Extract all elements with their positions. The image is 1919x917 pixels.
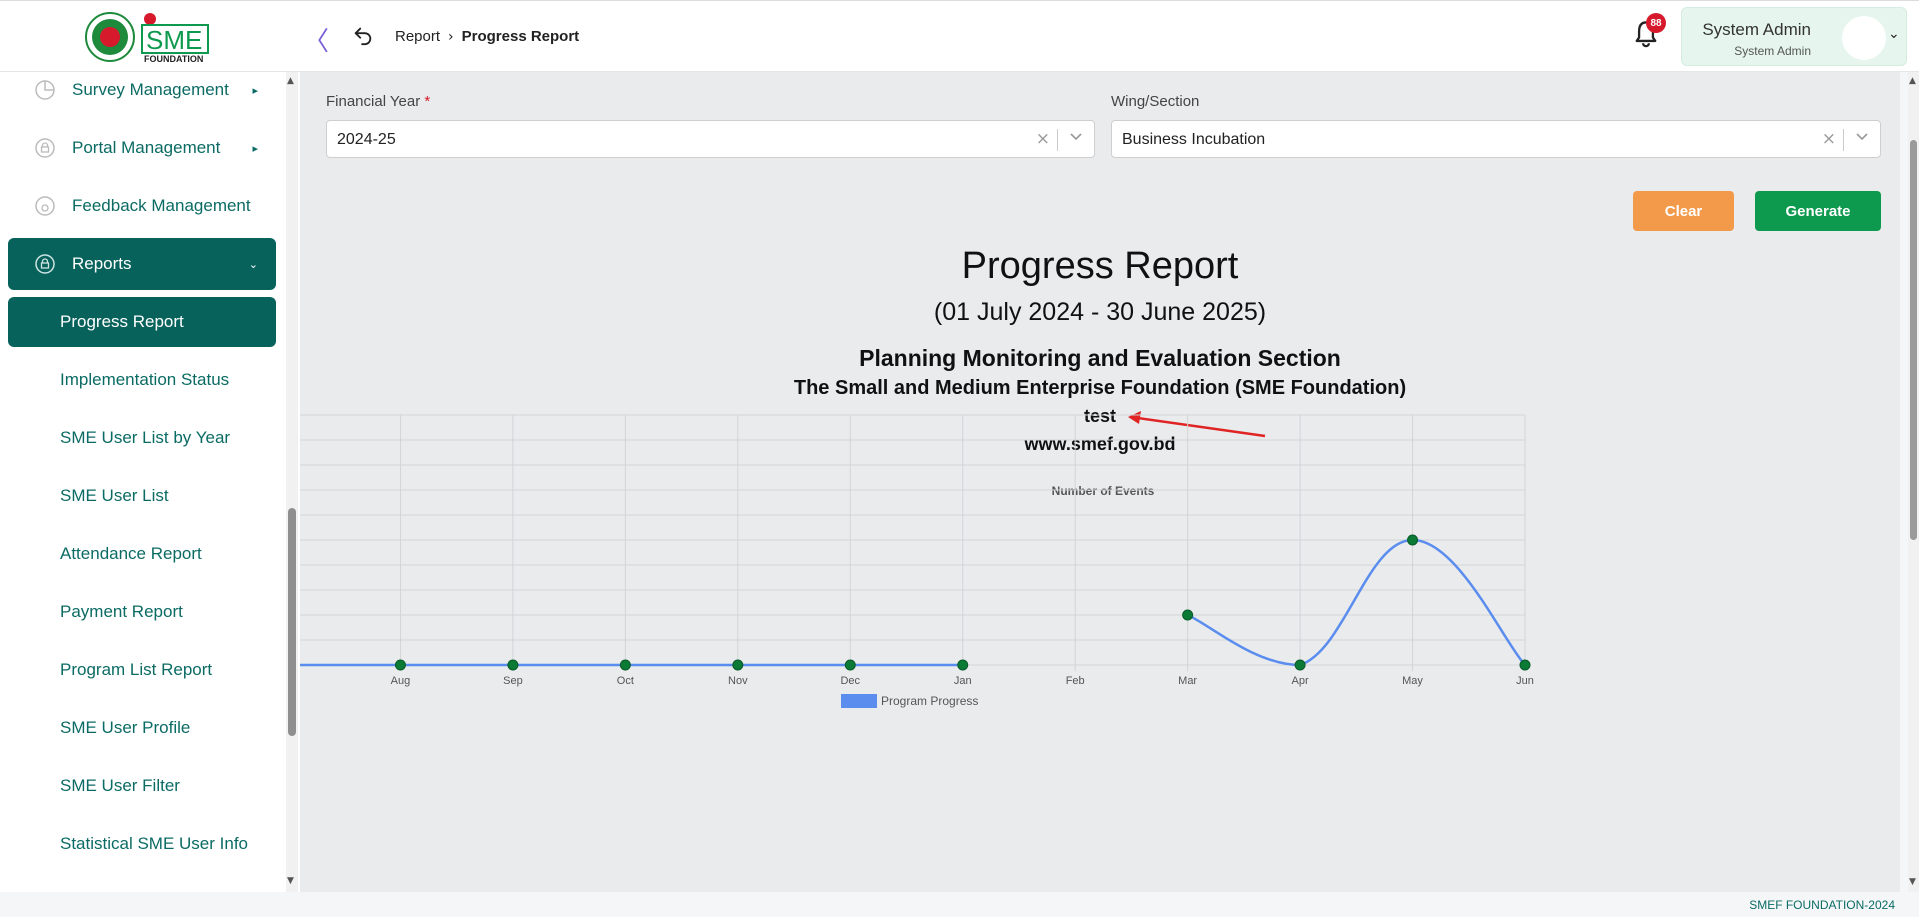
- sidebar-sub-sme-user-profile[interactable]: SME User Profile: [8, 703, 276, 753]
- scroll-up-icon[interactable]: ▲: [1909, 76, 1916, 86]
- x-tick-label: Dec: [840, 675, 860, 687]
- breadcrumb-parent[interactable]: Report: [395, 28, 440, 45]
- main-content: Financial Year * 2024-25 × Wing/Section …: [300, 72, 1908, 892]
- x-tick-label: Jun: [1516, 675, 1534, 687]
- scroll-up-icon[interactable]: ▲: [287, 76, 294, 86]
- x-tick-label: May: [1402, 675, 1423, 687]
- x-tick-label: Feb: [1066, 675, 1085, 687]
- footer-text: SMEF FOUNDATION-2024: [1749, 898, 1895, 912]
- progress-line-chart: Number of Events 012345678910JulAugSepOc…: [300, 411, 1534, 708]
- user-menu[interactable]: System Admin System Admin ⌄: [1681, 7, 1907, 66]
- report-card: Financial Year * 2024-25 × Wing/Section …: [300, 72, 1900, 892]
- sidebar-sub-statistical-sme-user-info[interactable]: Statistical SME User Info: [8, 819, 276, 869]
- scroll-down-icon[interactable]: ▼: [1909, 877, 1916, 887]
- data-point[interactable]: [1519, 659, 1531, 671]
- sme-foundation-logo[interactable]: SME FOUNDATION: [84, 11, 218, 63]
- sidebar-item-label: Portal Management: [72, 138, 221, 157]
- sidebar-item-label: Survey Management: [72, 80, 229, 99]
- sidebar-sub-program-list-report[interactable]: Program List Report: [8, 645, 276, 695]
- sidebar-sub-sme-user-list-by-year[interactable]: SME User List by Year: [8, 413, 276, 463]
- notification-count-badge: 88: [1646, 13, 1666, 33]
- sidebar-item-feedback-management[interactable]: Feedback Management: [8, 180, 276, 232]
- sidebar-scrollbar[interactable]: [286, 72, 298, 892]
- data-point[interactable]: [394, 659, 406, 671]
- chevron-right-icon: ▸: [252, 141, 258, 155]
- sidebar-sub-sme-user-filter[interactable]: SME User Filter: [8, 761, 276, 811]
- sidebar-sub-attendance-report[interactable]: Attendance Report: [8, 529, 276, 579]
- chevron-right-icon: ▸: [252, 83, 258, 97]
- back-arrow-icon[interactable]: [352, 24, 374, 46]
- lock-icon: [35, 254, 55, 274]
- avatar: [1842, 16, 1886, 60]
- feedback-icon: [35, 196, 55, 216]
- data-point[interactable]: [619, 659, 631, 671]
- data-point[interactable]: [1407, 534, 1419, 546]
- x-tick-label: Mar: [1178, 675, 1197, 687]
- sidebar-sub-sme-user-list[interactable]: SME User List: [8, 471, 276, 521]
- chart-legend[interactable]: Program Progress: [841, 694, 978, 708]
- chart-axes: 012345678910JulAugSepOctNovDecJanFebMarA…: [391, 675, 1534, 687]
- chart-series: [300, 534, 1531, 671]
- chevron-down-icon: ⌄: [1888, 26, 1900, 42]
- chart-title: Number of Events: [1052, 484, 1155, 498]
- sidebar-collapse-button[interactable]: 〈: [303, 21, 329, 58]
- data-point[interactable]: [844, 659, 856, 671]
- x-tick-label: Oct: [617, 675, 634, 687]
- logo-sub: FOUNDATION: [144, 54, 203, 63]
- breadcrumb-separator-icon: ›: [448, 28, 454, 45]
- sidebar-scrollbar-thumb[interactable]: [288, 508, 296, 736]
- sidebar: Survey Management ▸ Portal Management ▸ …: [0, 72, 300, 892]
- data-point[interactable]: [1182, 609, 1194, 621]
- x-tick-label: Sep: [503, 675, 523, 687]
- x-tick-label: Nov: [728, 675, 748, 687]
- breadcrumb: Report › Progress Report: [395, 28, 579, 45]
- sidebar-item-label: Reports: [72, 254, 132, 273]
- x-tick-label: Apr: [1292, 675, 1309, 687]
- scroll-down-icon[interactable]: ▼: [287, 876, 294, 886]
- data-point[interactable]: [957, 659, 969, 671]
- data-point[interactable]: [507, 659, 519, 671]
- sidebar-sub-implementation-status[interactable]: Implementation Status: [8, 355, 276, 405]
- sidebar-sub-payment-report[interactable]: Payment Report: [8, 587, 276, 637]
- page-scrollbar-thumb[interactable]: [1910, 140, 1917, 540]
- legend-swatch[interactable]: [841, 694, 877, 708]
- data-point[interactable]: [732, 659, 744, 671]
- user-name: System Admin: [1702, 20, 1811, 39]
- chart-grid: [300, 414, 1526, 671]
- user-role: System Admin: [1734, 44, 1811, 58]
- top-bar: SME FOUNDATION 〈 Report › Progress Repor…: [0, 0, 1919, 72]
- breadcrumb-current: Progress Report: [461, 28, 580, 45]
- pie-chart-icon: [35, 80, 55, 100]
- sidebar-sub-progress-report[interactable]: Progress Report: [8, 297, 276, 347]
- sidebar-item-reports[interactable]: Reports ⌄: [8, 238, 276, 290]
- logo-text: SME: [146, 25, 202, 55]
- lock-icon: [35, 138, 55, 158]
- series-line: [1187, 538, 1526, 667]
- sidebar-item-label: Feedback Management: [72, 196, 251, 215]
- footer: SMEF FOUNDATION-2024: [300, 892, 1919, 917]
- chevron-down-icon: ⌄: [248, 257, 258, 271]
- sidebar-item-survey-management[interactable]: Survey Management ▸: [8, 72, 276, 116]
- legend-label[interactable]: Program Progress: [881, 694, 978, 708]
- x-tick-label: Jan: [954, 675, 972, 687]
- x-tick-label: Aug: [391, 675, 411, 687]
- data-point[interactable]: [1294, 659, 1306, 671]
- sidebar-item-portal-management[interactable]: Portal Management ▸: [8, 122, 276, 174]
